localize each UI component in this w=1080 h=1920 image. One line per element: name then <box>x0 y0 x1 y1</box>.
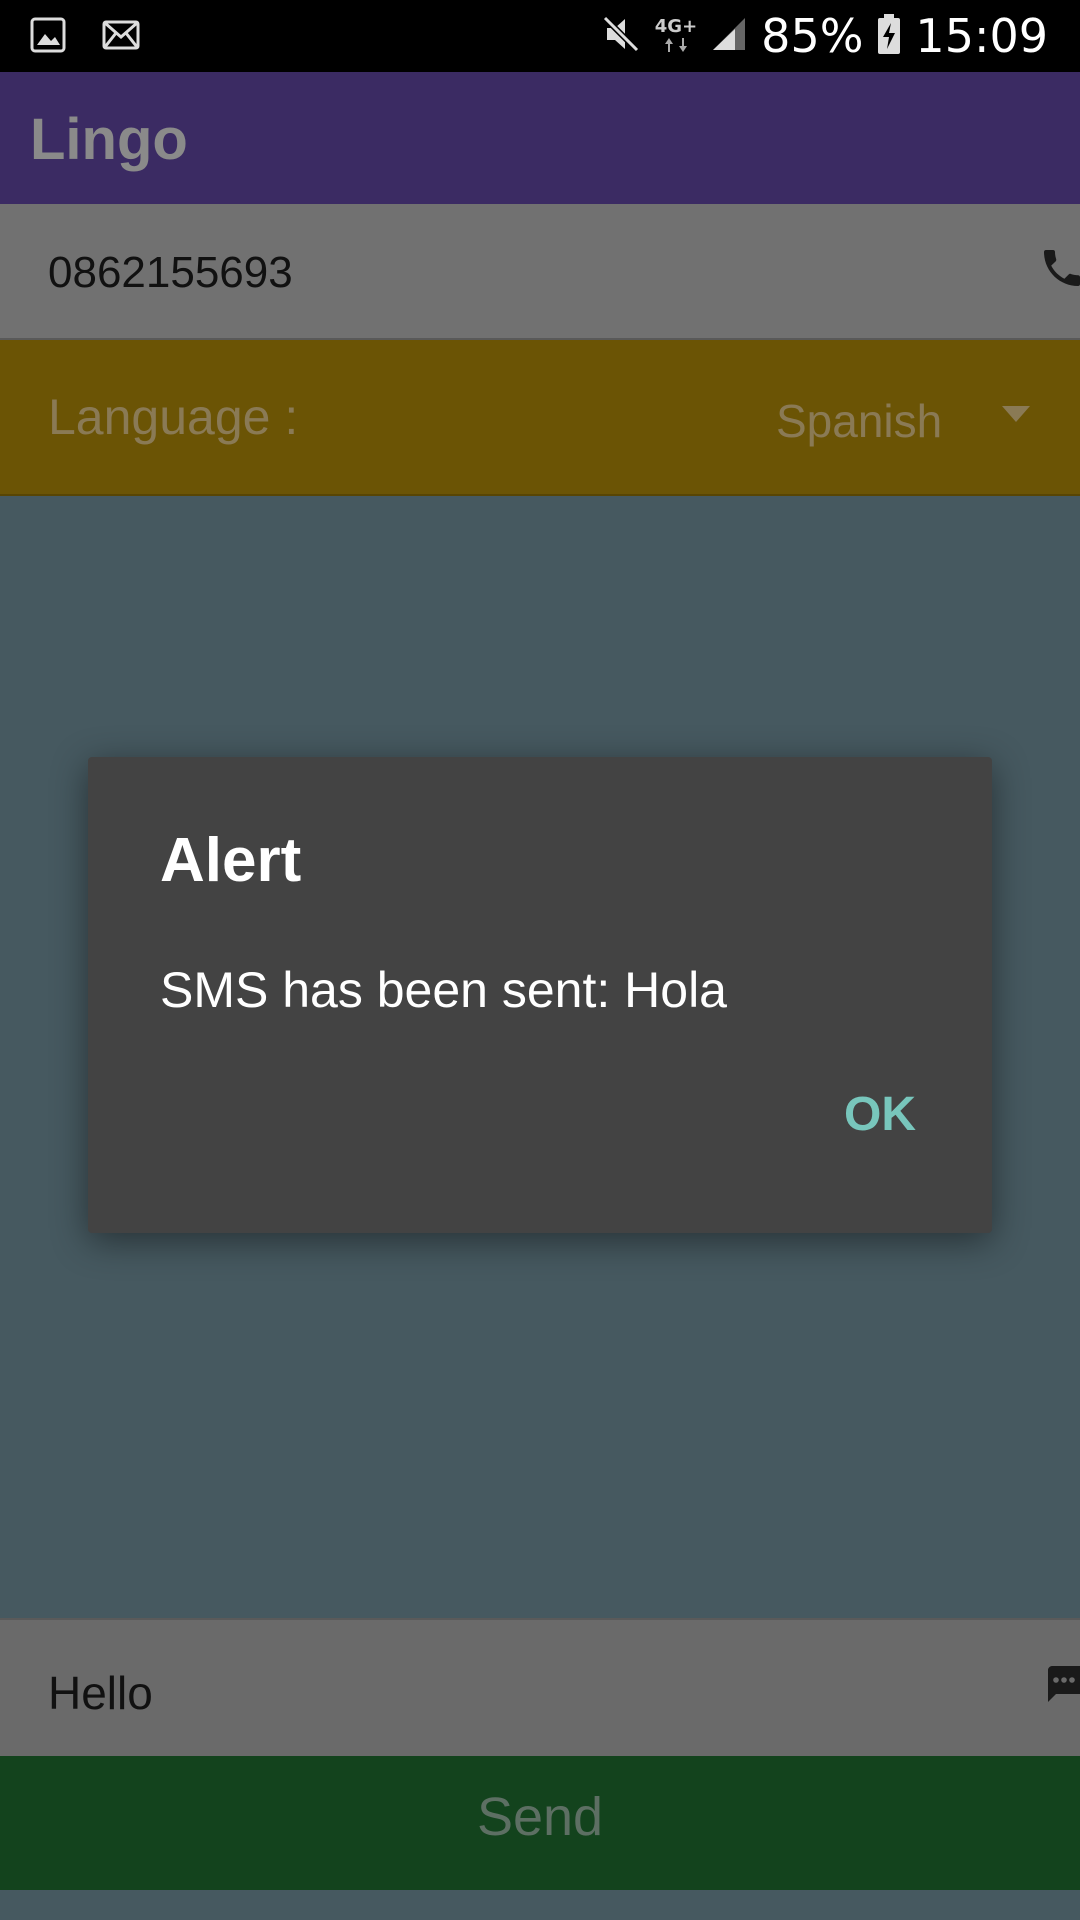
dialog-message: SMS has been sent: Hola <box>160 962 727 1018</box>
battery-percent: 85% <box>761 9 864 63</box>
image-icon <box>30 17 66 57</box>
network-label: 4G+ <box>654 16 698 37</box>
battery-charging-icon <box>877 13 901 59</box>
network-4g-icon: 4G+ <box>655 18 697 54</box>
phone-icon[interactable] <box>1038 244 1080 296</box>
send-button-label: Send <box>476 1787 604 1847</box>
app-title: Lingo <box>30 107 188 172</box>
bottom-strip <box>0 1890 1080 1920</box>
app-bar: Lingo <box>0 72 1080 204</box>
message-icon[interactable] <box>1040 1660 1080 1712</box>
phone-number-text[interactable]: 0862155693 <box>48 248 293 298</box>
status-bar: 4G+ 85% 15:09 <box>0 0 1080 72</box>
alert-dialog: Alert SMS has been sent: Hola OK <box>88 757 992 1233</box>
language-value[interactable]: Spanish <box>776 394 942 448</box>
message-field[interactable]: Hello <box>0 1618 1080 1756</box>
mail-icon <box>102 17 140 57</box>
message-text[interactable]: Hello <box>48 1666 153 1720</box>
send-button[interactable]: Send <box>0 1756 1080 1890</box>
ok-button[interactable]: OK <box>844 1087 916 1142</box>
mute-icon <box>601 14 641 58</box>
dropdown-arrow-icon[interactable] <box>1002 406 1030 422</box>
phone-number-field[interactable]: 0862155693 <box>0 204 1080 340</box>
language-label: Language : <box>48 389 299 445</box>
signal-icon <box>711 16 747 56</box>
dialog-title: Alert <box>160 826 302 895</box>
clock: 15:09 <box>915 9 1048 63</box>
language-selector[interactable]: Language : Spanish <box>0 340 1080 496</box>
